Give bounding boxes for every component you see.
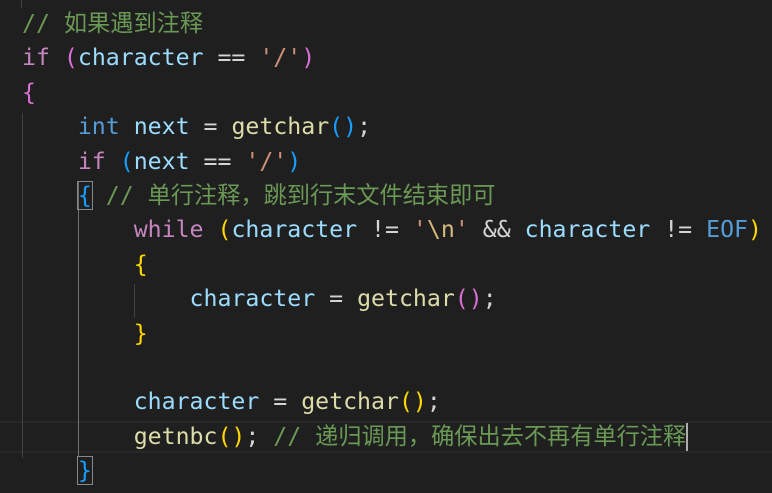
token-op (204, 216, 218, 243)
code-line[interactable]: // 如果遇到注释 (22, 7, 203, 41)
token-op (92, 182, 106, 209)
token-op: != (357, 216, 413, 244)
token-op: = (315, 285, 358, 313)
token-op: ; (482, 285, 497, 313)
code-line[interactable]: while (character != '\n' && character !=… (22, 213, 762, 247)
token-pink: { (22, 78, 36, 106)
token-var: character (189, 285, 316, 313)
code-line[interactable]: } (22, 454, 93, 488)
token-op (22, 388, 134, 415)
token-escape: \n (426, 216, 455, 244)
token-gold: () (217, 422, 246, 450)
token-var: character (524, 216, 651, 244)
token-op (22, 320, 134, 347)
code-line[interactable]: { (22, 248, 148, 282)
token-op (22, 251, 134, 278)
code-line[interactable]: { // 单行注释，跳到行末文件结束即可 (22, 179, 495, 213)
token-blue: } (76, 456, 93, 486)
token-op: == (189, 147, 246, 175)
token-gold: ( (217, 216, 232, 244)
token-func: getnbc (133, 422, 218, 450)
token-keyword: if (77, 147, 106, 175)
token-op (50, 44, 64, 71)
code-line[interactable]: getnbc(); // 递归调用，确保出去不再有单行注释 (22, 420, 689, 454)
token-op: == (203, 44, 260, 72)
token-op: != (650, 216, 707, 244)
token-keyword: while (133, 216, 204, 244)
token-pink: ) (301, 44, 316, 72)
code-line[interactable]: character = getchar(); (22, 385, 441, 419)
token-string: '/' (245, 147, 288, 175)
token-string: ' (412, 216, 427, 244)
token-func: getchar (301, 388, 399, 416)
token-op: ; (357, 113, 372, 141)
token-keyword: if (22, 44, 50, 72)
text-cursor (686, 423, 689, 452)
token-func: getchar (357, 285, 455, 313)
token-comment: // 递归调用，确保出去不再有单行注释 (273, 422, 687, 450)
token-blue: ) (287, 147, 302, 175)
token-op: = (259, 388, 302, 416)
code-line[interactable]: character = getchar(); (22, 282, 497, 316)
token-gold: } (133, 319, 148, 347)
token-comment: // 如果遇到注释 (22, 10, 204, 37)
token-op: ; (426, 388, 441, 416)
token-string: ' (454, 216, 469, 244)
token-blue: () (329, 113, 358, 141)
token-pink: () (454, 285, 483, 313)
token-op (22, 148, 78, 175)
token-var: character (231, 216, 358, 244)
token-op: = (189, 113, 232, 141)
token-gold: { (133, 250, 148, 278)
code-line[interactable]: } (22, 317, 148, 351)
token-gold: ) (748, 216, 762, 244)
token-func: getchar (231, 113, 330, 141)
token-op: && (468, 216, 525, 244)
token-op (22, 113, 78, 140)
token-op (22, 285, 190, 312)
token-var: character (77, 44, 204, 72)
token-blue: ( (119, 147, 134, 175)
token-comment: // 单行注释，跳到行末文件结束即可 (105, 182, 496, 209)
token-op: ; (245, 422, 274, 450)
token-pink: ( (63, 44, 78, 72)
token-op (106, 148, 120, 175)
code-line[interactable]: if (character == '/') (22, 41, 315, 75)
token-op (22, 423, 134, 450)
token-var: next (133, 113, 190, 141)
code-line[interactable]: { (22, 76, 36, 110)
token-type: int (77, 113, 120, 141)
token-var: next (133, 147, 190, 175)
token-op (120, 113, 134, 140)
token-op (22, 182, 78, 209)
token-op (22, 457, 78, 484)
token-var: character (133, 388, 260, 416)
token-blue: { (76, 181, 93, 210)
code-line[interactable]: if (next == '/') (22, 145, 301, 179)
token-gold: () (398, 388, 427, 416)
code-line[interactable]: int next = getchar(); (22, 110, 371, 144)
token-string: '/' (259, 44, 302, 72)
code-editor[interactable]: // 如果遇到注释 if (character == '/'){ int next… (0, 0, 772, 493)
token-macro: EOF (706, 216, 748, 244)
token-op (22, 216, 134, 243)
